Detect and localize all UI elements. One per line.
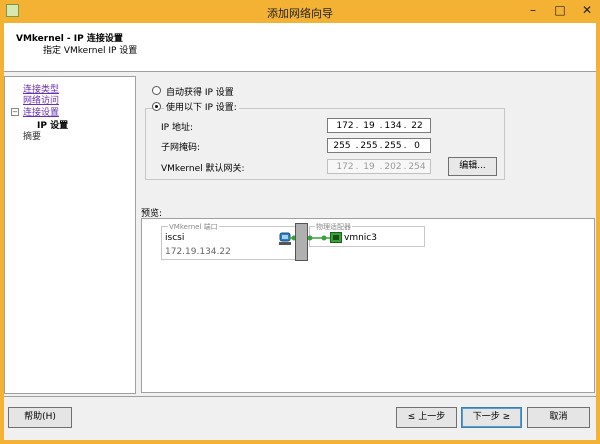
footer-divider [4, 396, 596, 397]
edit-gateway-button[interactable]: 编辑... [448, 157, 497, 176]
gw-octet-2: 19 [363, 162, 375, 172]
manual-ip-radio[interactable] [152, 102, 161, 111]
mask-octet-3: 255 [384, 141, 402, 151]
window-title: 添加网络向导 [267, 7, 333, 20]
nav-link-connection-settings[interactable]: 连接设置 [23, 105, 59, 118]
ip-octet-4: 22 [411, 121, 423, 131]
mask-octet-2: 255 [360, 141, 378, 151]
auto-ip-label: 自动获得 IP 设置 [166, 88, 234, 98]
vmkernel-group-label: VMkernel 端口 [168, 222, 219, 232]
nav-current-step: IP 设置 [37, 121, 69, 131]
tree-collapse-icon[interactable]: − [11, 108, 19, 116]
minimize-button[interactable]: – [520, 0, 546, 22]
back-button[interactable]: ≤ 上一步 [396, 407, 457, 428]
physical-adapter-label: 物理适配器 [315, 222, 352, 232]
close-button[interactable]: ✕ [574, 0, 600, 22]
app-icon [6, 4, 19, 17]
ip-octet-2: 19 [363, 121, 375, 131]
wizard-steps-panel [4, 76, 136, 394]
page-subtitle: 指定 VMkernel IP 设置 [43, 46, 138, 56]
ip-octet-1: 172 [336, 121, 354, 131]
nic-name: vmnic3 [344, 233, 377, 243]
mask-octet-1: 255 [333, 141, 351, 151]
cancel-button[interactable]: 取消 [527, 407, 590, 428]
gw-octet-4: 254 [408, 162, 426, 172]
port-ip: 172.19.134.22 [165, 247, 231, 257]
ip-address-label: IP 地址: [161, 123, 193, 133]
gateway-label: VMkernel 默认网关: [161, 164, 245, 174]
title-bar[interactable]: 添加网络向导 – □ ✕ [0, 0, 600, 23]
maximize-button[interactable]: □ [547, 0, 573, 22]
subnet-mask-label: 子网掩码: [161, 143, 201, 153]
nav-step-summary: 摘要 [23, 132, 42, 142]
manual-ip-label: 使用以下 IP 设置: [164, 100, 239, 113]
gw-octet-1: 172 [336, 162, 354, 172]
port-name: iscsi [165, 233, 185, 243]
gw-octet-3: 202 [384, 162, 402, 172]
help-button[interactable]: 帮助(H) [8, 407, 72, 428]
next-button[interactable]: 下一步 ≥ [461, 407, 522, 428]
gateway-field: 172 . 19 . 202 . 254 [327, 159, 431, 174]
virtual-switch-icon [295, 223, 308, 261]
auto-ip-radio[interactable] [152, 86, 161, 95]
subnet-mask-field[interactable]: 255 . 255 . 255 . 0 [327, 138, 431, 153]
ip-address-field[interactable]: 172 . 19 . 134 . 22 [327, 118, 431, 133]
mask-octet-4: 0 [414, 141, 420, 151]
nic-icon [330, 232, 342, 243]
ip-octet-3: 134 [384, 121, 402, 131]
